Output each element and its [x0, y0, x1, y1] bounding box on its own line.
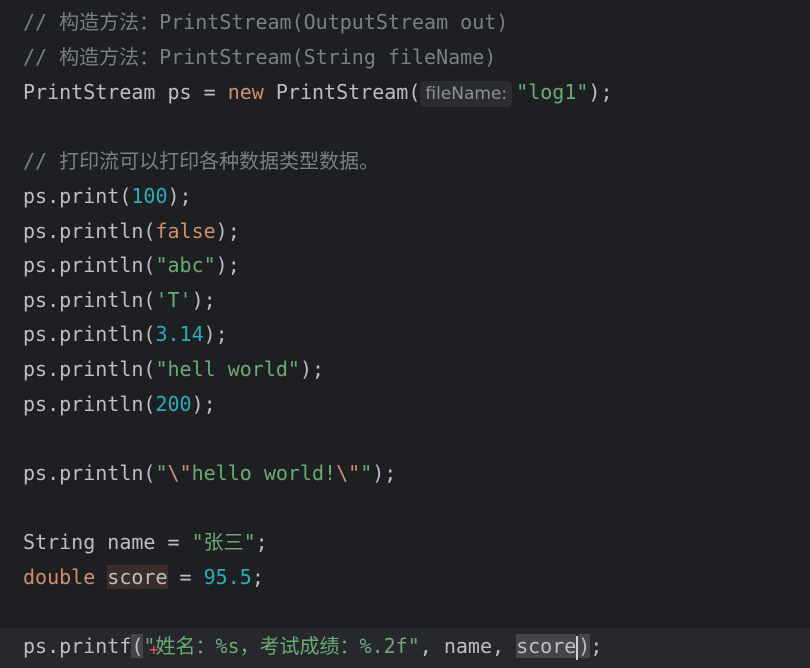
number-token: 3.14 — [155, 322, 204, 346]
code-line-10: ps.println(3.14); — [23, 319, 228, 349]
code-line-14: ps.println("\"hello world!\""); — [23, 458, 396, 488]
escape-token: \" — [336, 461, 361, 485]
text-token: ps.println( — [23, 253, 156, 277]
variable-usage-highlight: score — [107, 565, 168, 589]
text-token: ps.println( — [23, 322, 156, 346]
text-token: ps.println( — [23, 288, 156, 312]
string-token: " — [155, 461, 168, 485]
text-token: ps.print( — [23, 184, 132, 208]
code-line-11: ps.println("hell world"); — [23, 354, 324, 384]
text-token: ps.println( — [23, 219, 156, 243]
string-token: "log1" — [516, 80, 589, 104]
keyword-token: new — [227, 80, 264, 104]
code-line-17: double score = 95.5; — [23, 562, 264, 592]
text-token: ps.println( — [23, 461, 156, 485]
text-token: ; — [255, 530, 268, 554]
code-line-12: ps.println(200); — [23, 389, 216, 419]
string-token: hello world! — [191, 461, 337, 485]
string-token: "姓名：%s，考试成绩：%.2f" — [143, 634, 420, 658]
number-token: 95.5 — [203, 565, 252, 589]
code-line-16: String name = "张三"; — [23, 527, 268, 557]
text-token: ps.printf — [23, 634, 132, 658]
text-token: ps.println( — [23, 357, 156, 381]
mouse-pointer-icon: + — [149, 640, 159, 659]
parameter-hint: fileName: — [420, 81, 513, 107]
text-token: ps = — [155, 80, 228, 104]
keyword-token: double — [23, 565, 96, 589]
matching-paren-open: ( — [131, 634, 144, 658]
code-line-3: PrintStream ps = new PrintStream(fileNam… — [23, 77, 613, 107]
type-token: PrintStream — [23, 80, 156, 104]
text-token: ; — [251, 565, 264, 589]
text-token: ; — [590, 634, 603, 658]
text-token: ); — [215, 219, 240, 243]
code-editor[interactable]: // 构造方法：PrintStream(OutputStream out) //… — [0, 0, 810, 668]
text-token: ); — [215, 253, 240, 277]
text-token: ); — [191, 392, 216, 416]
code-line-2: // 构造方法：PrintStream(String fileName) — [23, 45, 497, 69]
variable-usage-highlight: score — [516, 634, 577, 658]
code-line-6: ps.print(100); — [23, 181, 192, 211]
code-line-7: ps.println(false); — [23, 216, 240, 246]
text-token: name = — [95, 530, 192, 554]
text-token: ); — [203, 322, 228, 346]
text-token: ); — [167, 184, 192, 208]
code-line-9: ps.println('T'); — [23, 285, 216, 315]
text-token: ); — [191, 288, 216, 312]
text-token: = — [167, 565, 204, 589]
string-token: "abc" — [155, 253, 216, 277]
string-token: " — [360, 461, 373, 485]
escape-token: \" — [167, 461, 192, 485]
code-line-5: // 打印流可以打印各种数据类型数据。 — [23, 149, 380, 173]
string-token: "张三" — [191, 530, 256, 554]
text-token: PrintStream( — [263, 80, 421, 104]
matching-paren-close: ) — [578, 634, 591, 658]
text-token: ); — [372, 461, 397, 485]
text-token: ps.println( — [23, 392, 156, 416]
string-token: "hell world" — [155, 357, 300, 381]
text-token: ); — [588, 80, 613, 104]
text-token: ); — [299, 357, 325, 381]
text-token: , name, — [419, 634, 517, 658]
code-line-8: ps.println("abc"); — [23, 250, 240, 280]
keyword-token: false — [155, 219, 216, 243]
string-token: 'T' — [155, 288, 192, 312]
type-token: String — [23, 530, 96, 554]
number-token: 100 — [131, 184, 168, 208]
code-line-1: // 构造方法：PrintStream(OutputStream out) — [23, 10, 509, 34]
number-token: 200 — [155, 392, 192, 416]
code-line-19: ps.printf("姓名：%s，考试成绩：%.2f", name, score… — [23, 631, 602, 661]
